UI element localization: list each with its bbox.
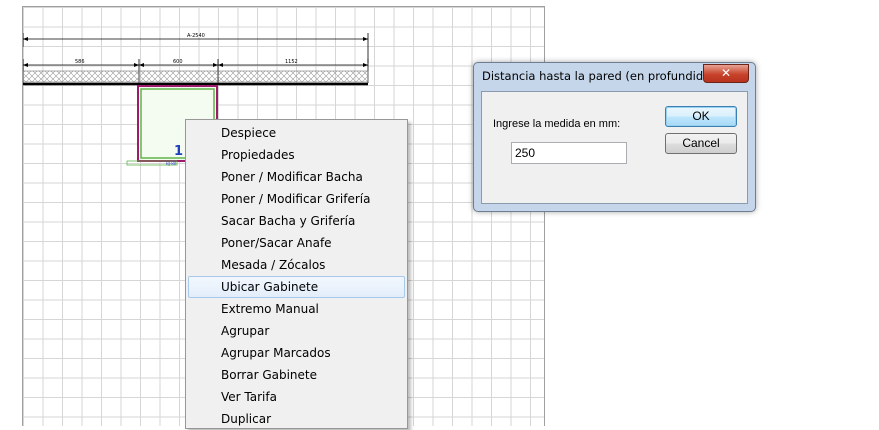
cabinet-label: BJ-80	[166, 161, 177, 166]
total-dimension-text: A-2540	[187, 33, 205, 39]
menu-item-despiece[interactable]: Despiece	[188, 122, 405, 144]
menu-item-ubicar-gabinete[interactable]: Ubicar Gabinete	[188, 276, 405, 298]
dialog-title: Distancia hasta la pared (en profundida.…	[482, 69, 722, 83]
menu-item-agrupar-marcados[interactable]: Agrupar Marcados	[188, 342, 405, 364]
close-icon: ✕	[720, 66, 732, 80]
context-menu: Despiece Propiedades Poner / Modificar B…	[185, 119, 408, 429]
menu-item-duplicar[interactable]: Duplicar	[188, 408, 405, 430]
right-segment-text: 1152	[285, 59, 298, 65]
prompt-label: Ingrese la medida en mm:	[493, 118, 621, 130]
dialog-titlebar[interactable]: Distancia hasta la pared (en profundida.…	[474, 63, 755, 88]
menu-item-borrar-gabinete[interactable]: Borrar Gabinete	[188, 364, 405, 386]
menu-item-poner-modificar-griferia[interactable]: Poner / Modificar Grifería	[188, 188, 405, 210]
cancel-button[interactable]: Cancel	[665, 133, 737, 154]
middle-segment-text: 600	[173, 59, 183, 65]
menu-item-propiedades[interactable]: Propiedades	[188, 144, 405, 166]
menu-item-ver-tarifa[interactable]: Ver Tarifa	[188, 386, 405, 408]
countertop[interactable]	[23, 70, 369, 86]
cabinet-number: 1	[174, 144, 183, 159]
dialog-body: Ingrese la medida en mm: OK Cancel	[481, 91, 748, 204]
ok-button[interactable]: OK	[665, 106, 737, 127]
distance-dialog: Distancia hasta la pared (en profundida.…	[473, 62, 756, 212]
left-segment-text: 586	[75, 59, 85, 65]
menu-item-extremo-manual[interactable]: Extremo Manual	[188, 298, 405, 320]
measure-input[interactable]	[511, 142, 627, 164]
close-button[interactable]: ✕	[703, 64, 749, 83]
menu-item-sacar-bacha-griferia[interactable]: Sacar Bacha y Grifería	[188, 210, 405, 232]
menu-item-agrupar[interactable]: Agrupar	[188, 320, 405, 342]
menu-item-poner-modificar-bacha[interactable]: Poner / Modificar Bacha	[188, 166, 405, 188]
menu-item-mesada-zocalos[interactable]: Mesada / Zócalos	[188, 254, 405, 276]
menu-item-poner-sacar-anafe[interactable]: Poner/Sacar Anafe	[188, 232, 405, 254]
